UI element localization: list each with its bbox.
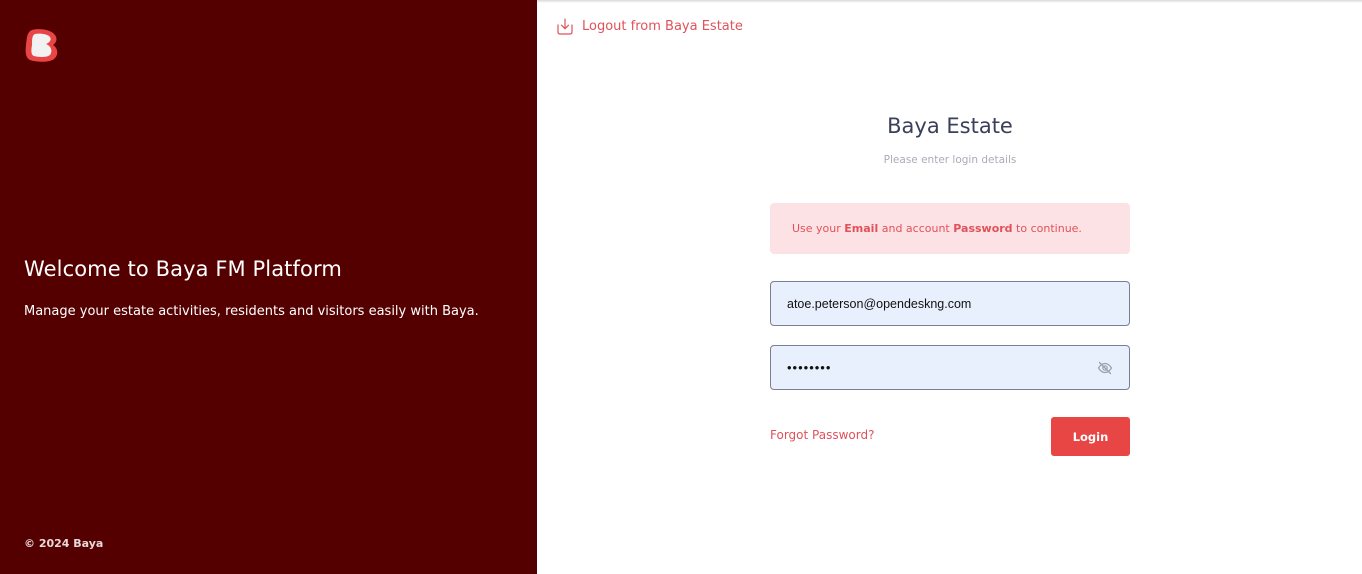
logout-label: Logout from Baya Estate: [582, 19, 743, 34]
forgot-password-link[interactable]: Forgot Password?: [770, 428, 874, 442]
copyright-text: © 2024 Baya: [24, 537, 104, 550]
eye-slash-icon[interactable]: [1097, 361, 1113, 375]
logout-link[interactable]: Logout from Baya Estate: [557, 18, 743, 35]
login-button[interactable]: Login: [1051, 417, 1130, 456]
login-page: Welcome to Baya FM Platform Manage your …: [0, 0, 1362, 574]
password-field[interactable]: [787, 360, 1097, 375]
alert-middle: and account: [878, 222, 954, 235]
brand-panel: Welcome to Baya FM Platform Manage your …: [0, 0, 537, 574]
email-field[interactable]: [787, 296, 1113, 311]
top-shadow: [537, 0, 1362, 3]
alert-text: Use your Email and account Password to c…: [792, 222, 1082, 235]
password-field-wrapper: [770, 345, 1130, 390]
form-subtitle: Please enter login details: [883, 154, 1017, 166]
alert-email-word: Email: [844, 222, 879, 235]
form-title: Baya Estate: [887, 114, 1013, 138]
email-field-wrapper: [770, 281, 1130, 326]
alert-suffix: to continue.: [1012, 222, 1082, 235]
info-alert: Use your Email and account Password to c…: [770, 203, 1130, 254]
logout-download-icon: [557, 18, 573, 35]
login-panel: Logout from Baya Estate Baya Estate Plea…: [537, 0, 1362, 574]
alert-prefix: Use your: [792, 222, 845, 235]
alert-password-word: Password: [953, 222, 1013, 235]
baya-logo-icon: [25, 29, 58, 62]
welcome-subtitle: Manage your estate activities, residents…: [24, 304, 479, 319]
welcome-title: Welcome to Baya FM Platform: [24, 257, 342, 281]
